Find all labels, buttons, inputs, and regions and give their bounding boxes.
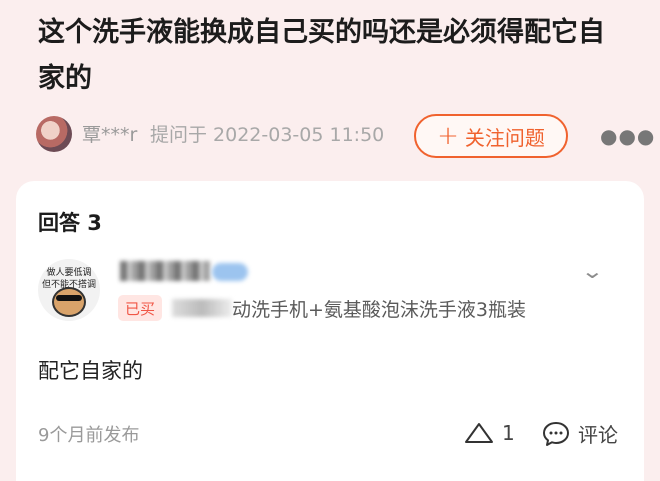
follow-question-label: 关注问题 (464, 125, 545, 150)
question-title: 这个洗手液能换成自己买的吗还是必须得配它自家的 (38, 17, 605, 94)
question-meta: 覃***r 提问于 2022-03-05 11:50 + 关注问题 ●●● (36, 114, 654, 158)
answer-time: 9个月前发布 (38, 425, 140, 446)
purchased-product[interactable]: 动洗手机+氨基酸泡沫洗手液3瓶装 (232, 295, 526, 322)
more-dots-icon[interactable]: ●●● (600, 124, 655, 148)
plus-icon: + (437, 121, 459, 151)
avatar-face-graphic (52, 287, 86, 317)
comment-bubble-icon (543, 421, 569, 446)
answerer-name-blurred[interactable] (120, 261, 210, 281)
triangle-like-icon (465, 423, 493, 443)
answers-card: 回答 3 做人要低调 但不能不搭调 ⌄ 已买 动洗手机+氨基酸泡沫洗手液3瓶装 … (16, 181, 644, 481)
asked-time: 提问于 2022-03-05 11:50 (150, 124, 385, 146)
asker-avatar[interactable] (36, 116, 72, 152)
answer-text: 配它自家的 (38, 359, 143, 383)
comment-button[interactable]: 评论 (542, 419, 618, 448)
comment-label: 评论 (578, 423, 618, 447)
follow-question-button[interactable]: + 关注问题 (414, 114, 568, 158)
answers-count-heading: 回答 3 (38, 211, 102, 235)
chevron-down-icon[interactable]: ⌄ (581, 259, 604, 283)
bought-tag: 已买 (118, 295, 162, 321)
user-level-badge-blurred (212, 263, 248, 281)
avatar-sunglasses-graphic (56, 295, 82, 301)
like-button[interactable]: 1 (464, 421, 515, 445)
answerer-avatar[interactable]: 做人要低调 但不能不搭调 (38, 259, 100, 321)
like-count: 1 (502, 421, 515, 445)
asker-name[interactable]: 覃***r (82, 120, 137, 147)
product-name-blurred (172, 299, 232, 317)
